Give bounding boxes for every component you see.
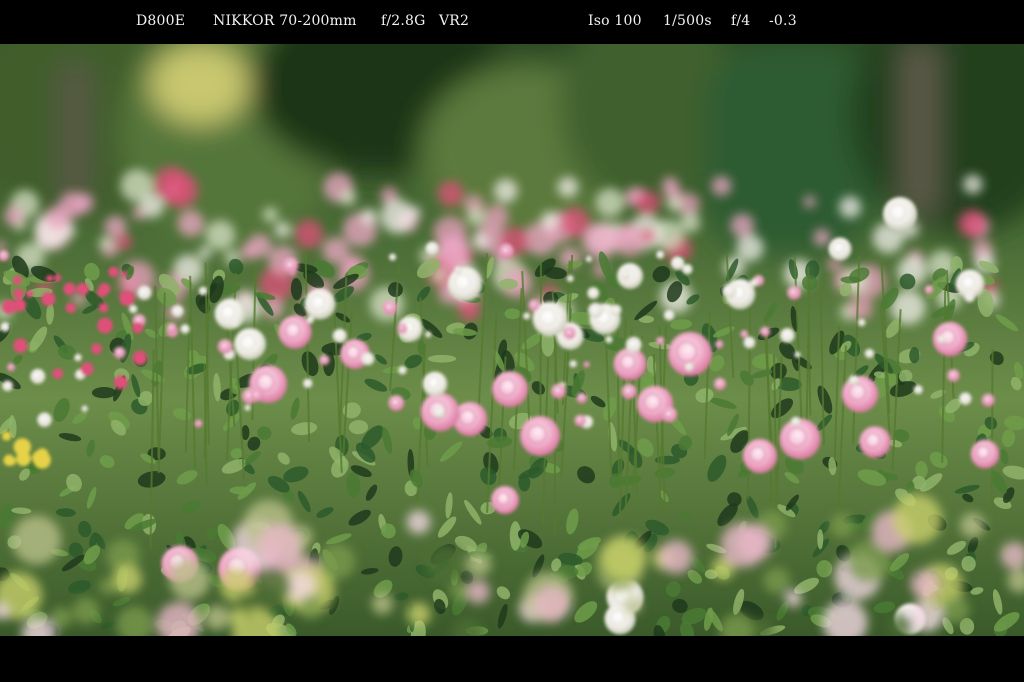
camera-model: D800E: [136, 13, 186, 29]
rose-garden-photo: [0, 44, 1024, 636]
lens-name: NIKKOR 70-200mm: [213, 13, 357, 29]
exif-header-bar: D800E NIKKOR 70-200mm f/2.8G VR2 Iso 100…: [0, 0, 1024, 44]
bottom-bar: [0, 636, 1024, 682]
lens-max-aperture: f/2.8G: [381, 13, 426, 29]
aperture-value: f/4: [731, 13, 751, 29]
exposure-compensation: -0.3: [769, 13, 797, 29]
lens-vr: VR2: [439, 13, 470, 29]
shutter-speed: 1/500s: [663, 13, 712, 29]
photo-canvas: [0, 44, 1024, 636]
iso-value: Iso 100: [588, 13, 642, 29]
